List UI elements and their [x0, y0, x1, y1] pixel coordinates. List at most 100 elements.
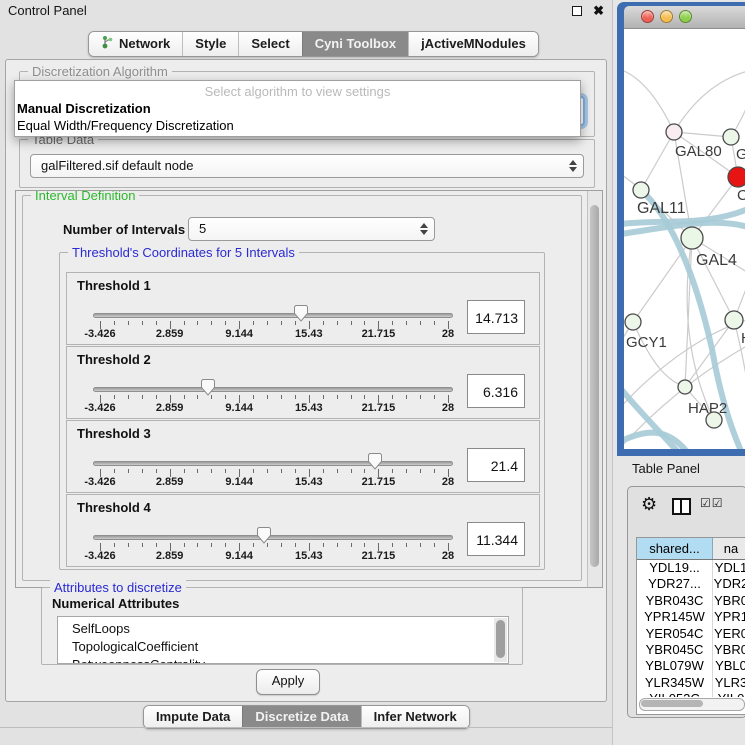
float-window-icon[interactable] — [572, 6, 582, 16]
algorithm-option-manual-discretization[interactable]: Manual Discretization — [15, 100, 580, 117]
cell-shared-name[interactable]: YBR043C — [637, 593, 713, 609]
cell-shared-name[interactable]: YER054C — [637, 626, 713, 642]
attributes-scrollbar[interactable] — [494, 618, 507, 662]
tab-select[interactable]: Select — [238, 32, 301, 56]
cell-name[interactable]: YDR2 — [713, 576, 745, 592]
network-node-h[interactable] — [725, 311, 743, 329]
network-node-ga[interactable] — [723, 129, 739, 145]
table-row[interactable]: YDL19...YDL1 — [637, 560, 745, 576]
control-panel-title: Control Panel — [8, 3, 87, 18]
cell-shared-name[interactable]: YBL079W — [637, 658, 713, 674]
cell-name[interactable]: YBR0 — [713, 593, 745, 609]
table-row[interactable]: YLR345WYLR3 — [637, 675, 745, 691]
tab-cyni-toolbox[interactable]: Cyni Toolbox — [302, 32, 408, 56]
tab-discretize-data[interactable]: Discretize Data — [242, 706, 360, 728]
slider-tick — [337, 395, 338, 399]
threshold-1-value-field[interactable]: 14.713 — [467, 300, 525, 334]
slider-tick — [434, 469, 435, 473]
zoom-traffic-light[interactable] — [679, 10, 692, 23]
tab-infer-network[interactable]: Infer Network — [361, 706, 469, 728]
threshold-3-slider-thumb[interactable] — [368, 453, 382, 475]
table-row[interactable]: YER054CYER0 — [637, 626, 745, 642]
viewport-scrollbar-thumb[interactable] — [590, 205, 599, 567]
threshold-2-slider-thumb[interactable] — [201, 379, 215, 401]
network-window-titlebar[interactable] — [624, 6, 745, 29]
tab-jactivemnodules[interactable]: jActiveMNodules — [408, 32, 538, 56]
column-header-shared-name[interactable]: shared... — [637, 538, 713, 559]
table-row[interactable]: YPR145WYPR1 — [637, 609, 745, 625]
table-row[interactable]: YBR045CYBR0 — [637, 642, 745, 658]
cell-name[interactable]: YIL0 — [713, 691, 745, 697]
cell-shared-name[interactable]: YDL19... — [637, 560, 713, 576]
close-icon[interactable]: ✖ — [593, 0, 604, 22]
cell-shared-name[interactable]: YBR045C — [637, 642, 713, 658]
attribute-item-topologicalcoefficient[interactable]: TopologicalCoefficient — [58, 638, 508, 656]
slider-tick-label: 15.43 — [277, 550, 341, 562]
tab-label: Impute Data — [156, 709, 230, 724]
number-of-intervals-combobox[interactable]: 5 — [188, 217, 435, 241]
tab-label: Infer Network — [374, 709, 457, 724]
apply-button[interactable]: Apply — [256, 669, 320, 695]
tab-style[interactable]: Style — [182, 32, 238, 56]
cell-shared-name[interactable]: YLR345W — [637, 675, 713, 691]
algorithm-placeholder-option[interactable]: Select algorithm to view settings — [15, 83, 580, 100]
network-node-gcy1[interactable] — [625, 314, 641, 330]
attributes-scrollbar-thumb[interactable] — [496, 620, 505, 658]
table-horizontal-scrollbar-thumb[interactable] — [641, 700, 703, 707]
threshold-2-slider-track[interactable] — [93, 387, 453, 392]
cell-name[interactable]: YLR3 — [713, 675, 745, 691]
algorithm-option-equal-width-frequency-discretization[interactable]: Equal Width/Frequency Discretization — [15, 117, 580, 134]
threshold-4-value-field[interactable]: 11.344 — [467, 522, 525, 556]
cell-name[interactable]: YBL0 — [713, 658, 745, 674]
tab-network[interactable]: Network — [89, 32, 182, 56]
cell-name[interactable]: YDL1 — [713, 560, 745, 576]
table-horizontal-scrollbar[interactable] — [639, 698, 745, 711]
tab-impute-data[interactable]: Impute Data — [144, 706, 242, 728]
slider-tick — [420, 395, 421, 399]
cell-name[interactable]: YPR1 — [713, 609, 745, 625]
threshold-1-slider-track[interactable] — [93, 313, 453, 318]
network-node-gal11[interactable] — [633, 182, 649, 198]
table-data-combobox[interactable]: galFiltered.sif default node — [30, 154, 584, 178]
slider-tick — [114, 469, 115, 473]
cell-shared-name[interactable]: YIL052C — [637, 691, 713, 697]
gear-icon[interactable]: ⚙ — [641, 494, 657, 515]
slider-tick — [156, 469, 157, 473]
close-traffic-light[interactable] — [641, 10, 654, 23]
cell-name[interactable]: YBR0 — [713, 642, 745, 658]
threshold-3-value-field[interactable]: 21.4 — [467, 448, 525, 482]
threshold-4-slider-thumb[interactable] — [257, 527, 271, 549]
network-node-gal4[interactable] — [681, 227, 703, 249]
cell-shared-name[interactable]: YPR145W — [637, 609, 713, 625]
top-tab-bar: NetworkStyleSelectCyni ToolboxjActiveMNo… — [88, 31, 539, 57]
network-edge — [624, 69, 674, 132]
minimize-traffic-light[interactable] — [660, 10, 673, 23]
table-row[interactable]: YIL052CYIL0 — [637, 691, 745, 697]
columns-icon[interactable] — [672, 498, 691, 515]
network-node[interactable] — [706, 412, 722, 428]
network-node-gal80[interactable] — [666, 124, 682, 140]
network-node-hap2[interactable] — [678, 380, 692, 394]
network-canvas[interactable]: GAL80GACGAL11GAL4GCY1HHAP2 — [624, 29, 745, 449]
attribute-item-selfloops[interactable]: SelfLoops — [58, 620, 508, 638]
select-columns-checkboxes-icon[interactable]: ☑☑ — [700, 496, 724, 510]
network-node-c[interactable] — [728, 167, 745, 187]
slider-tick — [392, 321, 393, 325]
table-panel-title: Table Panel — [632, 461, 700, 476]
viewport-scrollbar[interactable] — [587, 191, 602, 587]
table-row[interactable]: YDR27...YDR2 — [637, 576, 745, 592]
threshold-1-slider-thumb[interactable] — [294, 305, 308, 327]
table-row[interactable]: YBR043CYBR0 — [637, 593, 745, 609]
interval-definition-group: Interval Definition Number of Intervals … — [22, 195, 582, 581]
attribute-item-betweennesscentrality[interactable]: BetweennessCentrality — [58, 656, 508, 664]
numerical-attributes-list[interactable]: SelfLoopsTopologicalCoefficientBetweenne… — [57, 616, 509, 664]
cell-name[interactable]: YER0 — [713, 626, 745, 642]
thresholds-group: Threshold's Coordinates for 5 Intervals … — [59, 252, 545, 570]
table-row[interactable]: YBL079WYBL0 — [637, 658, 745, 674]
threshold-3-slider-track[interactable] — [93, 461, 453, 466]
threshold-4-slider-track[interactable] — [93, 535, 453, 540]
slider-tick — [156, 395, 157, 399]
column-header-name[interactable]: na — [713, 538, 745, 559]
cell-shared-name[interactable]: YDR27... — [637, 576, 713, 592]
threshold-2-value-field[interactable]: 6.316 — [467, 374, 525, 408]
